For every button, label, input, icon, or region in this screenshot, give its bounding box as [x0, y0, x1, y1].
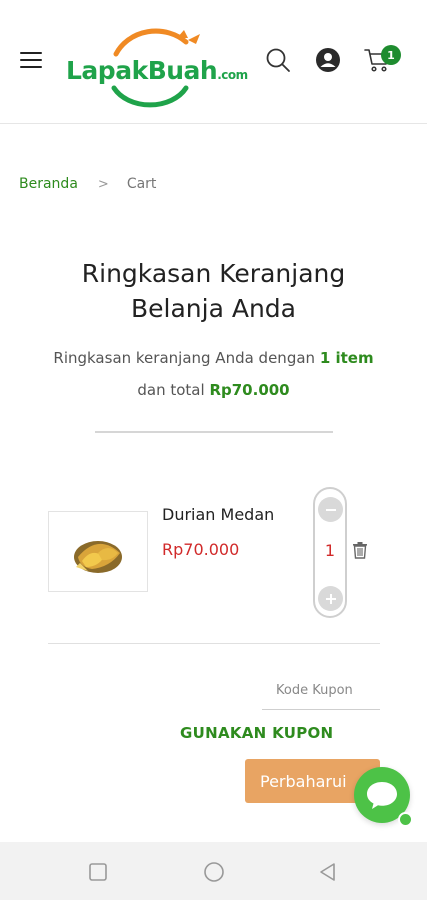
product-name[interactable]: Durian Medan: [162, 505, 274, 524]
cart-count-badge: 1: [381, 45, 401, 65]
decrease-quantity-button[interactable]: [318, 497, 343, 522]
cart-divider: [48, 643, 380, 644]
page-title-line2: Belanja Anda: [131, 294, 296, 323]
breadcrumb-home-link[interactable]: Beranda: [19, 176, 78, 192]
home-icon[interactable]: [203, 862, 224, 882]
recent-apps-icon[interactable]: [88, 862, 108, 882]
minus-icon: [325, 508, 336, 511]
breadcrumb: Beranda > Cart: [19, 176, 156, 192]
quantity-value[interactable]: 1: [315, 541, 345, 560]
search-icon[interactable]: [264, 46, 292, 74]
breadcrumb-separator: >: [97, 176, 109, 192]
site-logo[interactable]: LapakBuah.com: [64, 28, 254, 110]
chat-bubble-icon: [367, 782, 397, 809]
apply-coupon-button[interactable]: GUNAKAN KUPON: [180, 724, 333, 742]
breadcrumb-current: Cart: [126, 176, 157, 192]
quantity-stepper: 1: [313, 487, 347, 618]
system-navigation-bar: [0, 842, 427, 900]
page-title-line1: Ringkasan Keranjang: [81, 259, 346, 288]
back-icon[interactable]: [318, 862, 338, 882]
page-title: Ringkasan Keranjang Belanja Anda: [0, 256, 427, 326]
title-divider: [95, 431, 333, 433]
cart-summary-text: Ringkasan keranjang Anda dengan 1 item d…: [53, 349, 374, 399]
product-price: Rp70.000: [162, 540, 240, 559]
summary-total: Rp70.000: [209, 381, 290, 399]
summary-item-count: 1 item: [319, 349, 374, 367]
increase-quantity-button[interactable]: [318, 586, 343, 611]
logo-wordmark: LapakBuah.com: [66, 56, 248, 85]
user-account-icon[interactable]: [314, 46, 342, 74]
online-status-dot: [398, 812, 413, 827]
plus-icon: [325, 593, 336, 604]
product-image[interactable]: [48, 511, 148, 592]
durian-image: [74, 540, 122, 573]
hamburger-menu-icon[interactable]: [20, 52, 42, 70]
site-header: LapakBuah.com 1: [0, 0, 427, 124]
trash-icon[interactable]: [352, 541, 370, 559]
coupon-code-input[interactable]: [262, 672, 380, 710]
